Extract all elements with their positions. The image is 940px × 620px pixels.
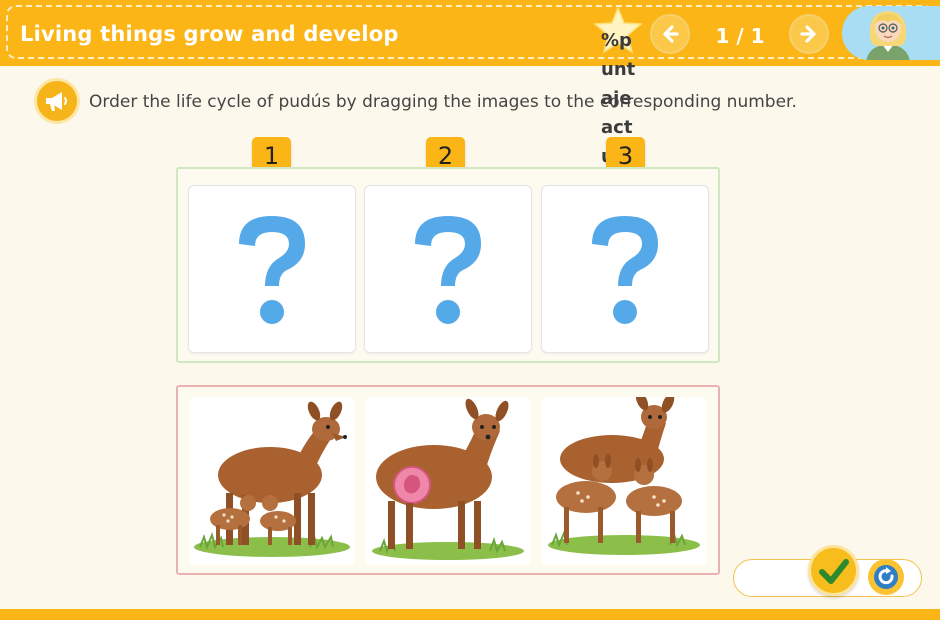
header-bar: Living things grow and develop %p unt aj…	[0, 0, 940, 166]
next-button[interactable]	[789, 14, 829, 54]
question-mark-icon	[239, 216, 305, 324]
doe-with-two-young-deer-image	[548, 397, 700, 555]
avatar-girl-icon	[866, 11, 910, 60]
previous-button[interactable]	[650, 14, 690, 54]
avatar	[842, 6, 940, 60]
retry-button[interactable]	[868, 559, 904, 595]
draggable-card-doe-with-fawns[interactable]	[190, 397, 354, 565]
drop-zone	[176, 167, 720, 363]
doe-with-two-fawns-image	[194, 401, 350, 557]
question-mark-icon	[592, 216, 658, 324]
draggable-card-pregnant-doe[interactable]	[366, 397, 530, 565]
megaphone-icon	[46, 92, 67, 111]
arrow-right-icon	[800, 25, 816, 43]
image-bank	[176, 385, 720, 575]
draggable-card-doe-with-young[interactable]	[542, 397, 706, 565]
drop-slot-2[interactable]	[364, 185, 532, 353]
refresh-icon	[874, 565, 898, 589]
audio-button[interactable]	[34, 78, 80, 124]
check-button[interactable]	[808, 545, 859, 596]
footer-bar	[0, 609, 940, 620]
page-indicator: 1 / 1	[715, 24, 765, 48]
instruction-text: Order the life cycle of pudús by draggin…	[89, 92, 797, 112]
checkmark-icon	[819, 559, 849, 584]
drop-slot-1[interactable]	[188, 185, 356, 353]
arrow-left-icon	[663, 25, 679, 43]
drop-slot-3[interactable]	[541, 185, 709, 353]
question-mark-icon	[415, 216, 481, 324]
activity-title: Living things grow and develop	[20, 22, 399, 46]
pregnant-doe-image	[372, 398, 524, 560]
